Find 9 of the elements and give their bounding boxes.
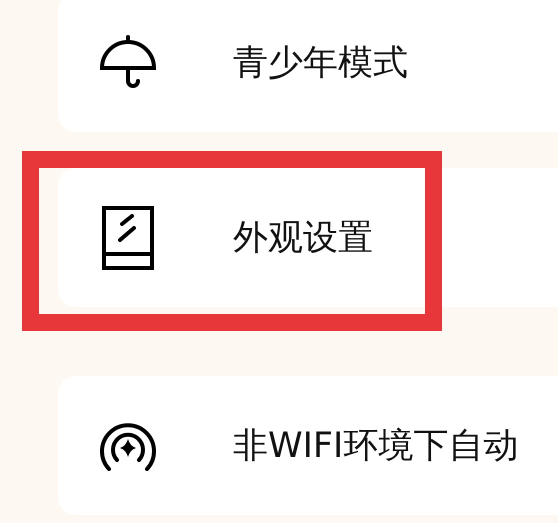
signal-icon	[99, 420, 157, 470]
umbrella-icon	[99, 34, 157, 90]
item-label: 外观设置	[233, 217, 373, 260]
settings-item[interactable]: 青少年模式	[58, 0, 558, 132]
item-label: 青少年模式	[233, 42, 408, 85]
book-icon	[102, 206, 154, 270]
settings-item[interactable]: 非WIFI环境下自动	[58, 376, 558, 515]
settings-item[interactable]: 外观设置	[58, 168, 558, 307]
item-label: 非WIFI环境下自动	[233, 425, 518, 468]
